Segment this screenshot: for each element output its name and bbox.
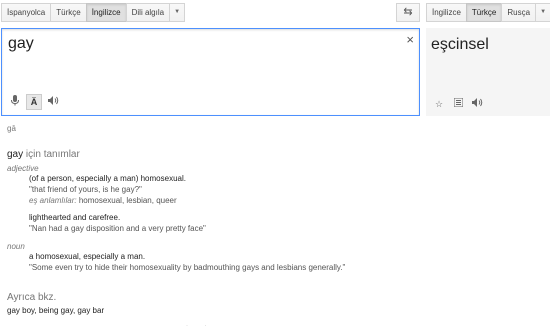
source-lang-turkish[interactable]: Türkçe [50,3,87,22]
virtual-keyboard-icon[interactable]: Ä [26,94,42,110]
star-icon[interactable]: ☆ [432,97,446,111]
source-text[interactable]: gay [8,35,34,53]
translation-toolbar: ☆ [432,97,484,111]
target-lang-turkish[interactable]: Türkçe [465,3,503,22]
list-icon[interactable] [451,97,465,111]
speaker-icon[interactable] [46,95,60,109]
definition-gloss: lighthearted and carefree. [29,213,121,222]
source-lang-english[interactable]: İngilizce [85,3,127,22]
clear-icon[interactable]: × [406,32,414,47]
translation-panel: eşcinsel ☆ [426,28,550,116]
source-lang-dropdown-icon[interactable]: ▼ [169,3,186,22]
definitions-term: gay [7,149,24,160]
target-lang-english[interactable]: İngilizce [426,3,467,22]
microphone-icon[interactable] [8,95,22,109]
definitions-heading: gay için tanımlar [7,149,80,160]
source-lang-spanish[interactable]: İspanyolca [1,3,52,22]
definition-example: "Nan had a gay disposition and a very pr… [29,224,206,233]
swap-arrows-icon[interactable]: ⇆ [396,3,420,22]
pos-noun: noun [7,242,25,251]
see-also-list[interactable]: gay boy, being gay, gay bar [7,306,104,315]
source-toolbar: Ä [8,94,60,110]
target-language-bar: İngilizce Türkçe Rusça ▼ [426,3,550,22]
translation-text[interactable]: eşcinsel [431,36,489,54]
target-lang-dropdown-icon[interactable]: ▼ [535,3,550,22]
definition-example: "Some even try to hide their homosexuali… [29,263,346,272]
definitions-heading-suffix: için tanımlar [25,149,80,160]
definition-example: "that friend of yours, is he gay?" [29,185,142,194]
see-also-heading: Ayrıca bkz. [7,292,57,303]
definition-gloss: a homosexual, especially a man. [29,252,146,261]
transliteration: gā [7,124,16,133]
pagination-dots: · · [186,323,207,327]
definition-gloss: (of a person, especially a man) homosexu… [29,174,186,183]
synonyms-row: eş anlamlılar: homosexual, lesbian, quee… [29,196,177,205]
source-textarea[interactable]: gay × Ä [1,28,420,116]
source-language-bar: İspanyolca Türkçe İngilizce Dili algıla … [1,3,186,22]
synonyms-label: eş anlamlılar: [29,196,77,205]
speaker-icon[interactable] [470,97,484,111]
target-lang-russian[interactable]: Rusça [501,3,537,22]
source-lang-detect[interactable]: Dili algıla [125,3,171,22]
synonyms-list[interactable]: homosexual, lesbian, queer [79,196,177,205]
pos-adjective: adjective [7,164,39,173]
